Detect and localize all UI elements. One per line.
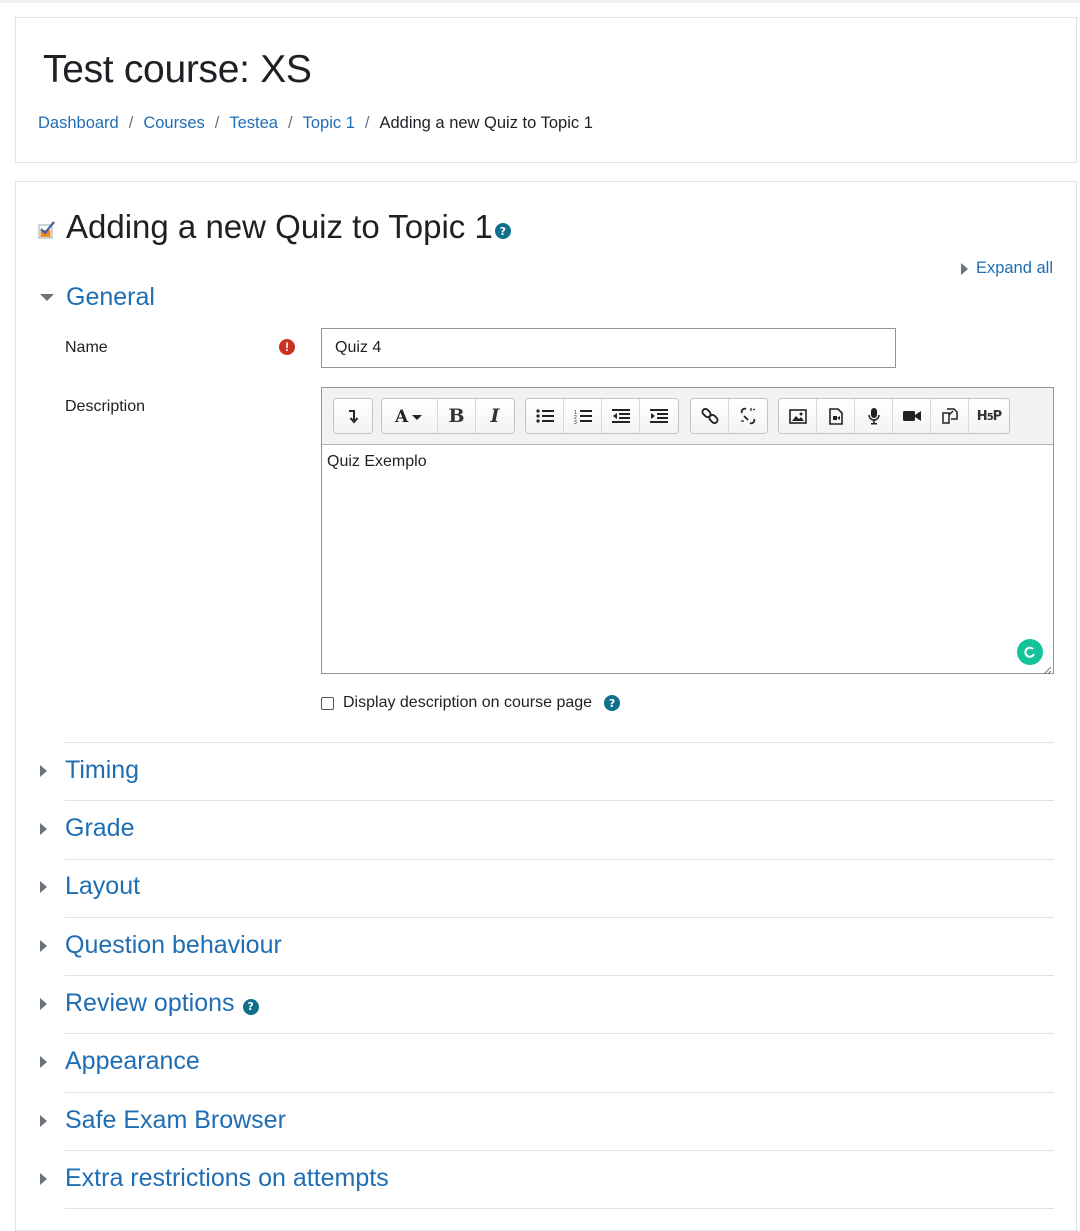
display-description-checkbox[interactable]: [321, 696, 334, 710]
section-review-options-header[interactable]: Review options ?: [40, 989, 1054, 1018]
image-icon[interactable]: [779, 399, 817, 433]
italic-icon[interactable]: I: [476, 399, 514, 433]
course-title: Test course: XS: [43, 48, 312, 91]
divider: [65, 975, 1054, 976]
expand-all-link[interactable]: Expand all: [960, 259, 1053, 278]
section-general-title: General: [66, 283, 155, 311]
section-appearance-header[interactable]: Appearance: [40, 1047, 1054, 1076]
link-icon[interactable]: [691, 399, 729, 433]
caret-right-icon: [960, 262, 968, 275]
ordered-list-icon[interactable]: 123: [564, 399, 602, 433]
quiz-icon: [38, 221, 56, 239]
resize-handle-icon[interactable]: [1042, 662, 1052, 675]
help-icon[interactable]: ?: [494, 223, 511, 239]
breadcrumb: Dashboard / Courses / Testea / Topic 1 /…: [38, 114, 593, 133]
breadcrumb-topic-1[interactable]: Topic 1: [303, 114, 355, 133]
unlink-icon[interactable]: [729, 399, 767, 433]
h5p-icon[interactable]: H5P: [969, 399, 1009, 433]
caret-right-icon: [40, 764, 47, 777]
description-label: Description: [65, 398, 146, 415]
breadcrumb-separator: /: [128, 114, 134, 132]
divider: [65, 1150, 1054, 1151]
divider: [65, 1033, 1054, 1034]
required-icon: !: [279, 339, 295, 355]
manage-files-icon[interactable]: [931, 399, 969, 433]
expand-all-label: Expand all: [975, 259, 1053, 277]
display-description-label[interactable]: Display description on course page: [343, 694, 592, 712]
form-heading: Adding a new Quiz to Topic 1: [66, 208, 493, 245]
description-textarea[interactable]: Quiz Exemplo: [322, 445, 1053, 675]
grammarly-icon[interactable]: [1017, 639, 1043, 665]
section-appearance-title: Appearance: [65, 1047, 200, 1075]
outdent-icon[interactable]: [602, 399, 640, 433]
bold-icon[interactable]: B: [438, 399, 476, 433]
display-description-field: Display description on course page ?: [321, 694, 621, 712]
divider: [65, 917, 1054, 918]
section-extra-restrictions-header[interactable]: Extra restrictions on attempts: [40, 1164, 1054, 1193]
caret-down-icon: [40, 294, 54, 301]
page-header: Test course: XS Dashboard / Courses / Te…: [15, 17, 1077, 163]
description-editor: A B I 123 H5P Quiz Exemplo: [321, 387, 1054, 675]
section-layout-title: Layout: [65, 872, 141, 900]
breadcrumb-separator: /: [288, 114, 293, 132]
name-label: Name: [65, 339, 108, 356]
description-text: Quiz Exemplo: [327, 453, 427, 470]
unordered-list-icon[interactable]: [526, 399, 564, 433]
show-more-icon[interactable]: [334, 399, 372, 433]
section-extra-restrictions-title: Extra restrictions on attempts: [65, 1164, 389, 1192]
caret-right-icon: [40, 1114, 47, 1127]
caret-right-icon: [40, 1055, 47, 1068]
caret-right-icon: [40, 939, 47, 952]
divider: [65, 800, 1054, 801]
breadcrumb-dashboard[interactable]: Dashboard: [38, 114, 119, 133]
section-general-header[interactable]: General: [40, 283, 155, 312]
caret-right-icon: [40, 997, 47, 1010]
indent-icon[interactable]: [640, 399, 678, 433]
section-question-behaviour-header[interactable]: Question behaviour: [40, 931, 1054, 960]
font-color-icon[interactable]: A: [382, 399, 438, 433]
record-video-icon[interactable]: [893, 399, 931, 433]
section-safe-exam-browser-title: Safe Exam Browser: [65, 1106, 286, 1134]
media-icon[interactable]: [817, 399, 855, 433]
svg-text:A: A: [394, 407, 409, 425]
breadcrumb-separator: /: [214, 114, 220, 132]
page-heading: Adding a new Quiz to Topic 1 ?: [38, 208, 511, 246]
svg-text:3: 3: [574, 420, 577, 424]
breadcrumb-separator: /: [364, 114, 370, 132]
help-icon[interactable]: ?: [604, 695, 621, 711]
divider: [65, 742, 1054, 743]
section-layout-header[interactable]: Layout: [40, 872, 1054, 901]
divider: [65, 859, 1054, 860]
quiz-form: Adding a new Quiz to Topic 1 ? Expand al…: [15, 181, 1077, 1231]
name-input[interactable]: [321, 328, 896, 368]
section-timing-title: Timing: [65, 756, 140, 784]
editor-toolbar: A B I 123 H5P: [322, 388, 1053, 445]
help-icon[interactable]: ?: [242, 998, 259, 1015]
caret-right-icon: [40, 822, 47, 835]
section-question-behaviour-title: Question behaviour: [65, 931, 282, 959]
section-timing-header[interactable]: Timing: [40, 756, 1054, 785]
divider: [65, 1208, 1054, 1209]
breadcrumb-courses[interactable]: Courses: [143, 114, 204, 133]
divider: [65, 1092, 1054, 1093]
record-audio-icon[interactable]: [855, 399, 893, 433]
caret-right-icon: [40, 1172, 47, 1185]
section-review-options-title: Review options: [65, 989, 235, 1017]
breadcrumb-testea[interactable]: Testea: [229, 114, 278, 133]
top-border: [0, 0, 1080, 3]
section-safe-exam-browser-header[interactable]: Safe Exam Browser: [40, 1106, 1054, 1135]
section-grade-title: Grade: [65, 814, 135, 842]
breadcrumb-current: Adding a new Quiz to Topic 1: [379, 114, 593, 132]
caret-right-icon: [40, 880, 47, 893]
section-grade-header[interactable]: Grade: [40, 814, 1054, 843]
